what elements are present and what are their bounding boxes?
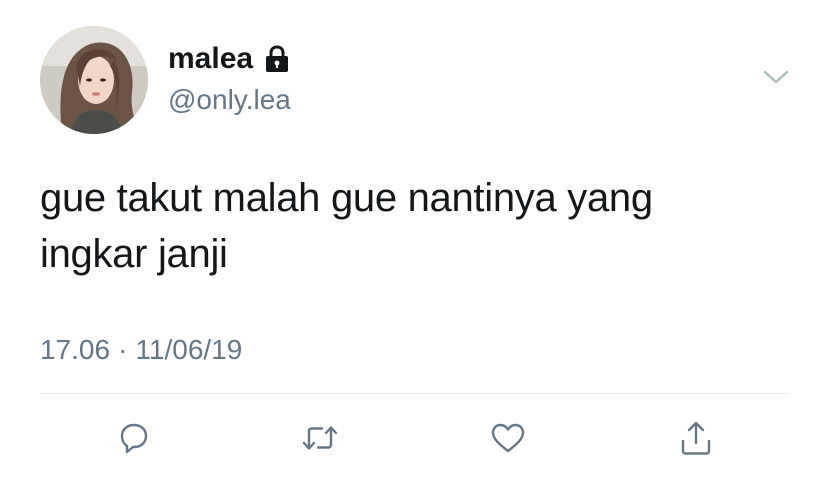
avatar[interactable] bbox=[40, 26, 148, 134]
tweet-text: gue takut malah gue nantinya yang ingkar… bbox=[40, 170, 800, 282]
reply-button[interactable] bbox=[114, 418, 154, 458]
tweet-text-line: gue takut malah gue nantinya yang bbox=[40, 176, 653, 220]
tweet-time: 17.06 bbox=[40, 334, 111, 365]
lock-icon bbox=[263, 44, 291, 74]
divider bbox=[40, 393, 788, 394]
reply-icon bbox=[120, 423, 148, 454]
display-name-row: malea bbox=[168, 42, 291, 76]
share-icon bbox=[681, 421, 711, 455]
user-handle[interactable]: @only.lea bbox=[168, 84, 291, 116]
tweet-card: malea @only.lea gue takut malah gue nant… bbox=[0, 0, 828, 482]
timestamp-separator: · bbox=[118, 334, 128, 365]
chevron-down-icon[interactable] bbox=[762, 66, 790, 88]
retweet-button[interactable] bbox=[300, 418, 340, 458]
like-button[interactable] bbox=[488, 418, 528, 458]
timestamp[interactable]: 17.06 · 11/06/19 bbox=[40, 332, 242, 368]
display-name[interactable]: malea bbox=[168, 42, 253, 76]
share-button[interactable] bbox=[676, 418, 716, 458]
retweet-icon bbox=[302, 426, 338, 450]
like-icon bbox=[491, 423, 525, 453]
avatar-image bbox=[40, 26, 148, 134]
tweet-date: 11/06/19 bbox=[135, 334, 243, 365]
tweet-text-line: ingkar janji bbox=[40, 232, 228, 276]
